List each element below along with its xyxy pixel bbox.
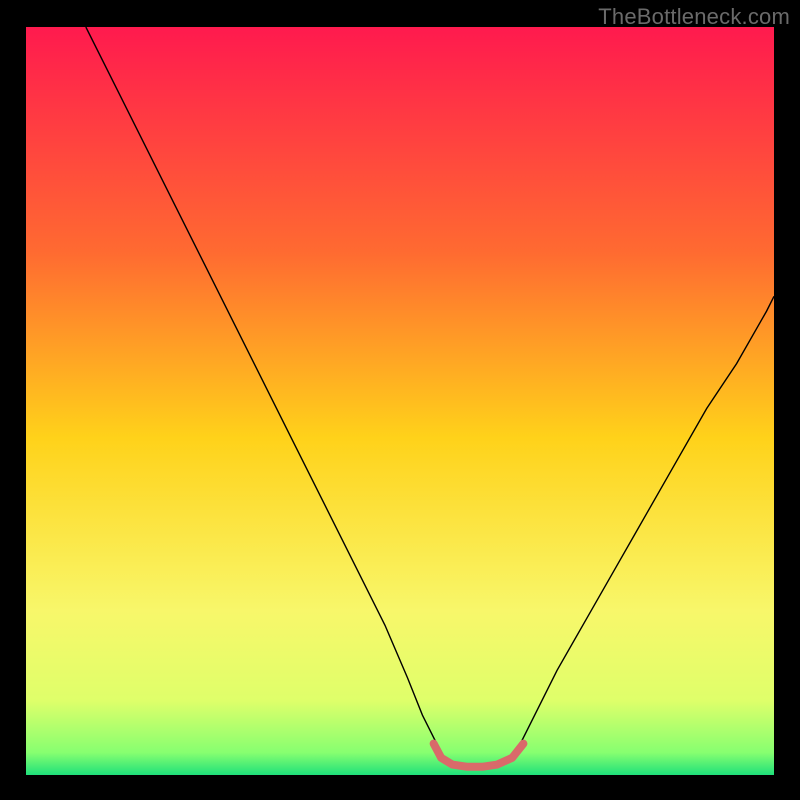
chart-frame: TheBottleneck.com	[0, 0, 800, 800]
chart-svg	[26, 27, 774, 775]
chart-background	[26, 27, 774, 775]
chart-plot-area	[26, 27, 774, 775]
